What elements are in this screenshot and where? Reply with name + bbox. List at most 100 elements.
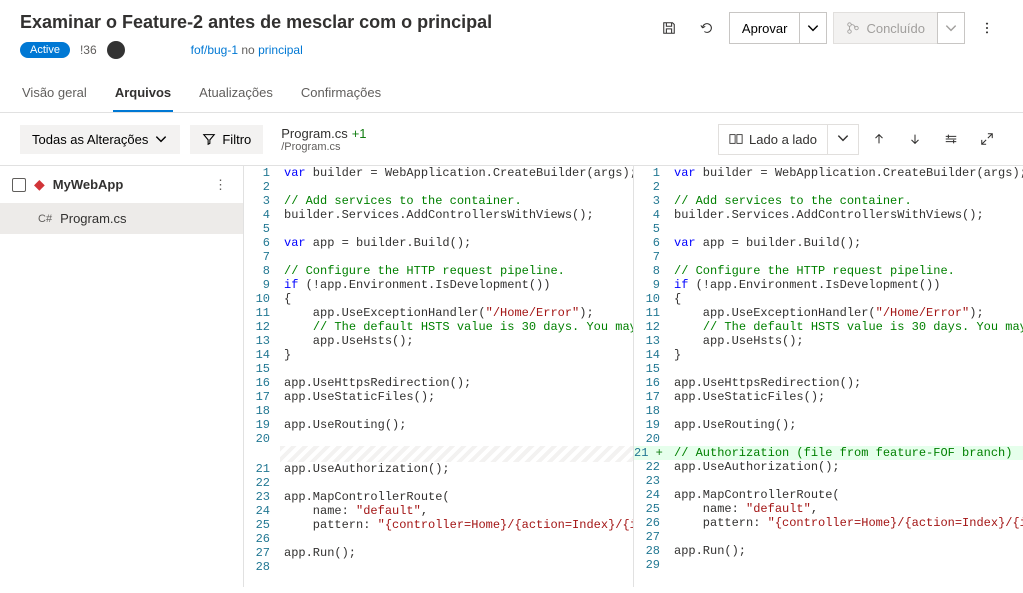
code-line[interactable]: 15	[244, 362, 633, 376]
code-line[interactable]: 11 app.UseExceptionHandler("/Home/Error"…	[634, 306, 1023, 320]
line-number: 7	[634, 250, 670, 264]
line-number: 2	[634, 180, 670, 194]
code-line[interactable]: 7	[244, 250, 633, 264]
code-line[interactable]: 8// Configure the HTTP request pipeline.	[634, 264, 1023, 278]
code-line[interactable]: 6var app = builder.Build();	[634, 236, 1023, 250]
undo-button[interactable]	[691, 12, 723, 44]
code-line[interactable]: 25 pattern: "{controller=Home}/{action=I…	[244, 518, 633, 532]
view-mode-button[interactable]: Lado a lado	[719, 126, 827, 153]
code-line[interactable]: 6var app = builder.Build();	[244, 236, 633, 250]
project-checkbox[interactable]	[12, 178, 26, 192]
code-line[interactable]: 2	[244, 180, 633, 194]
status-badge: Active	[20, 42, 70, 58]
code-line[interactable]: 17app.UseStaticFiles();	[244, 390, 633, 404]
tab-overview[interactable]: Visão geral	[20, 75, 89, 112]
code-line[interactable]: 14}	[244, 348, 633, 362]
code-line[interactable]: 4builder.Services.AddControllersWithView…	[244, 208, 633, 222]
right-code-pane[interactable]: 1var builder = WebApplication.CreateBuil…	[634, 166, 1023, 587]
code-line[interactable]: 17app.UseStaticFiles();	[634, 390, 1023, 404]
code-line[interactable]: 16app.UseHttpsRedirection();	[244, 376, 633, 390]
code-line[interactable]: 28	[244, 560, 633, 574]
avatar[interactable]	[107, 41, 125, 59]
code-line[interactable]: 12 // The default HSTS value is 30 days.…	[634, 320, 1023, 334]
source-branch-link[interactable]: fof/bug-1	[191, 43, 238, 57]
code-line[interactable]: 27app.Run();	[244, 546, 633, 560]
code-line[interactable]: 24app.MapControllerRoute(	[634, 488, 1023, 502]
changes-dropdown[interactable]: Todas as Alterações	[20, 125, 180, 154]
complete-button[interactable]: Concluído	[833, 12, 937, 44]
code-line[interactable]: 18	[244, 404, 633, 418]
code-line[interactable]: 23	[634, 474, 1023, 488]
code-line[interactable]: 3// Add services to the container.	[244, 194, 633, 208]
code-line[interactable]: 5	[244, 222, 633, 236]
filter-button[interactable]: Filtro	[190, 125, 263, 154]
code-line[interactable]: 20	[244, 432, 633, 446]
tab-commits[interactable]: Confirmações	[299, 75, 383, 112]
line-content	[280, 532, 633, 546]
code-line[interactable]	[244, 446, 633, 462]
line-number: 7	[244, 250, 280, 264]
code-line[interactable]: 7	[634, 250, 1023, 264]
prev-diff-button[interactable]	[863, 123, 895, 155]
code-line[interactable]: 28app.Run();	[634, 544, 1023, 558]
code-line[interactable]: 26 pattern: "{controller=Home}/{action=I…	[634, 516, 1023, 530]
complete-caret[interactable]	[937, 12, 965, 44]
code-line[interactable]: 10{	[634, 292, 1023, 306]
line-content: app.UseStaticFiles();	[670, 390, 1023, 404]
code-line[interactable]: 29	[634, 558, 1023, 572]
file-path: /Program.cs	[281, 141, 366, 153]
code-line[interactable]: 2	[634, 180, 1023, 194]
tab-updates[interactable]: Atualizações	[197, 75, 275, 112]
view-mode-caret[interactable]	[827, 125, 858, 154]
code-line[interactable]: 13 app.UseHsts();	[244, 334, 633, 348]
code-line[interactable]: 9if (!app.Environment.IsDevelopment())	[244, 278, 633, 292]
code-line[interactable]: 21// Authorization (file from feature-FO…	[634, 446, 1023, 460]
code-line[interactable]: 16app.UseHttpsRedirection();	[634, 376, 1023, 390]
code-line[interactable]: 22app.UseAuthorization();	[634, 460, 1023, 474]
code-line[interactable]: 24 name: "default",	[244, 504, 633, 518]
line-number: 5	[634, 222, 670, 236]
tree-more-button[interactable]: ⋮	[210, 177, 231, 193]
tree-file-item[interactable]: C# Program.cs	[0, 203, 243, 234]
arrow-up-icon	[872, 132, 886, 146]
target-branch-link[interactable]: principal	[258, 43, 303, 57]
left-code-pane[interactable]: 1var builder = WebApplication.CreateBuil…	[244, 166, 634, 587]
code-line[interactable]: 14}	[634, 348, 1023, 362]
code-line[interactable]: 15	[634, 362, 1023, 376]
code-line[interactable]: 19app.UseRouting();	[244, 418, 633, 432]
line-content	[670, 530, 1023, 544]
code-line[interactable]: 9if (!app.Environment.IsDevelopment())	[634, 278, 1023, 292]
code-line[interactable]: 23app.MapControllerRoute(	[244, 490, 633, 504]
code-line[interactable]: 3// Add services to the container.	[634, 194, 1023, 208]
code-line[interactable]: 4builder.Services.AddControllersWithView…	[634, 208, 1023, 222]
code-line[interactable]: 13 app.UseHsts();	[634, 334, 1023, 348]
line-content: // Add services to the container.	[670, 194, 1023, 208]
code-line[interactable]: 22	[244, 476, 633, 490]
code-line[interactable]: 26	[244, 532, 633, 546]
tree-root[interactable]: ◆ MyWebApp ⋮	[0, 166, 243, 203]
code-line[interactable]: 12 // The default HSTS value is 30 days.…	[244, 320, 633, 334]
code-line[interactable]: 10{	[244, 292, 633, 306]
code-line[interactable]: 11 app.UseExceptionHandler("/Home/Error"…	[244, 306, 633, 320]
more-actions-button[interactable]	[971, 12, 1003, 44]
code-line[interactable]: 8// Configure the HTTP request pipeline.	[244, 264, 633, 278]
settings-button[interactable]	[935, 123, 967, 155]
code-line[interactable]: 20	[634, 432, 1023, 446]
code-line[interactable]: 27	[634, 530, 1023, 544]
code-line[interactable]: 21app.UseAuthorization();	[244, 462, 633, 476]
save-button[interactable]	[653, 12, 685, 44]
fullscreen-button[interactable]	[971, 123, 1003, 155]
code-line[interactable]: 1var builder = WebApplication.CreateBuil…	[244, 166, 633, 180]
next-diff-button[interactable]	[899, 123, 931, 155]
code-line[interactable]: 5	[634, 222, 1023, 236]
save-icon	[662, 21, 676, 35]
code-line[interactable]: 1var builder = WebApplication.CreateBuil…	[634, 166, 1023, 180]
code-line[interactable]: 25 name: "default",	[634, 502, 1023, 516]
approve-button[interactable]: Aprovar	[729, 12, 800, 44]
line-number: 11	[244, 306, 280, 320]
approve-caret[interactable]	[799, 12, 827, 44]
filter-icon	[202, 132, 216, 146]
tab-files[interactable]: Arquivos	[113, 75, 173, 112]
code-line[interactable]: 19app.UseRouting();	[634, 418, 1023, 432]
code-line[interactable]: 18	[634, 404, 1023, 418]
